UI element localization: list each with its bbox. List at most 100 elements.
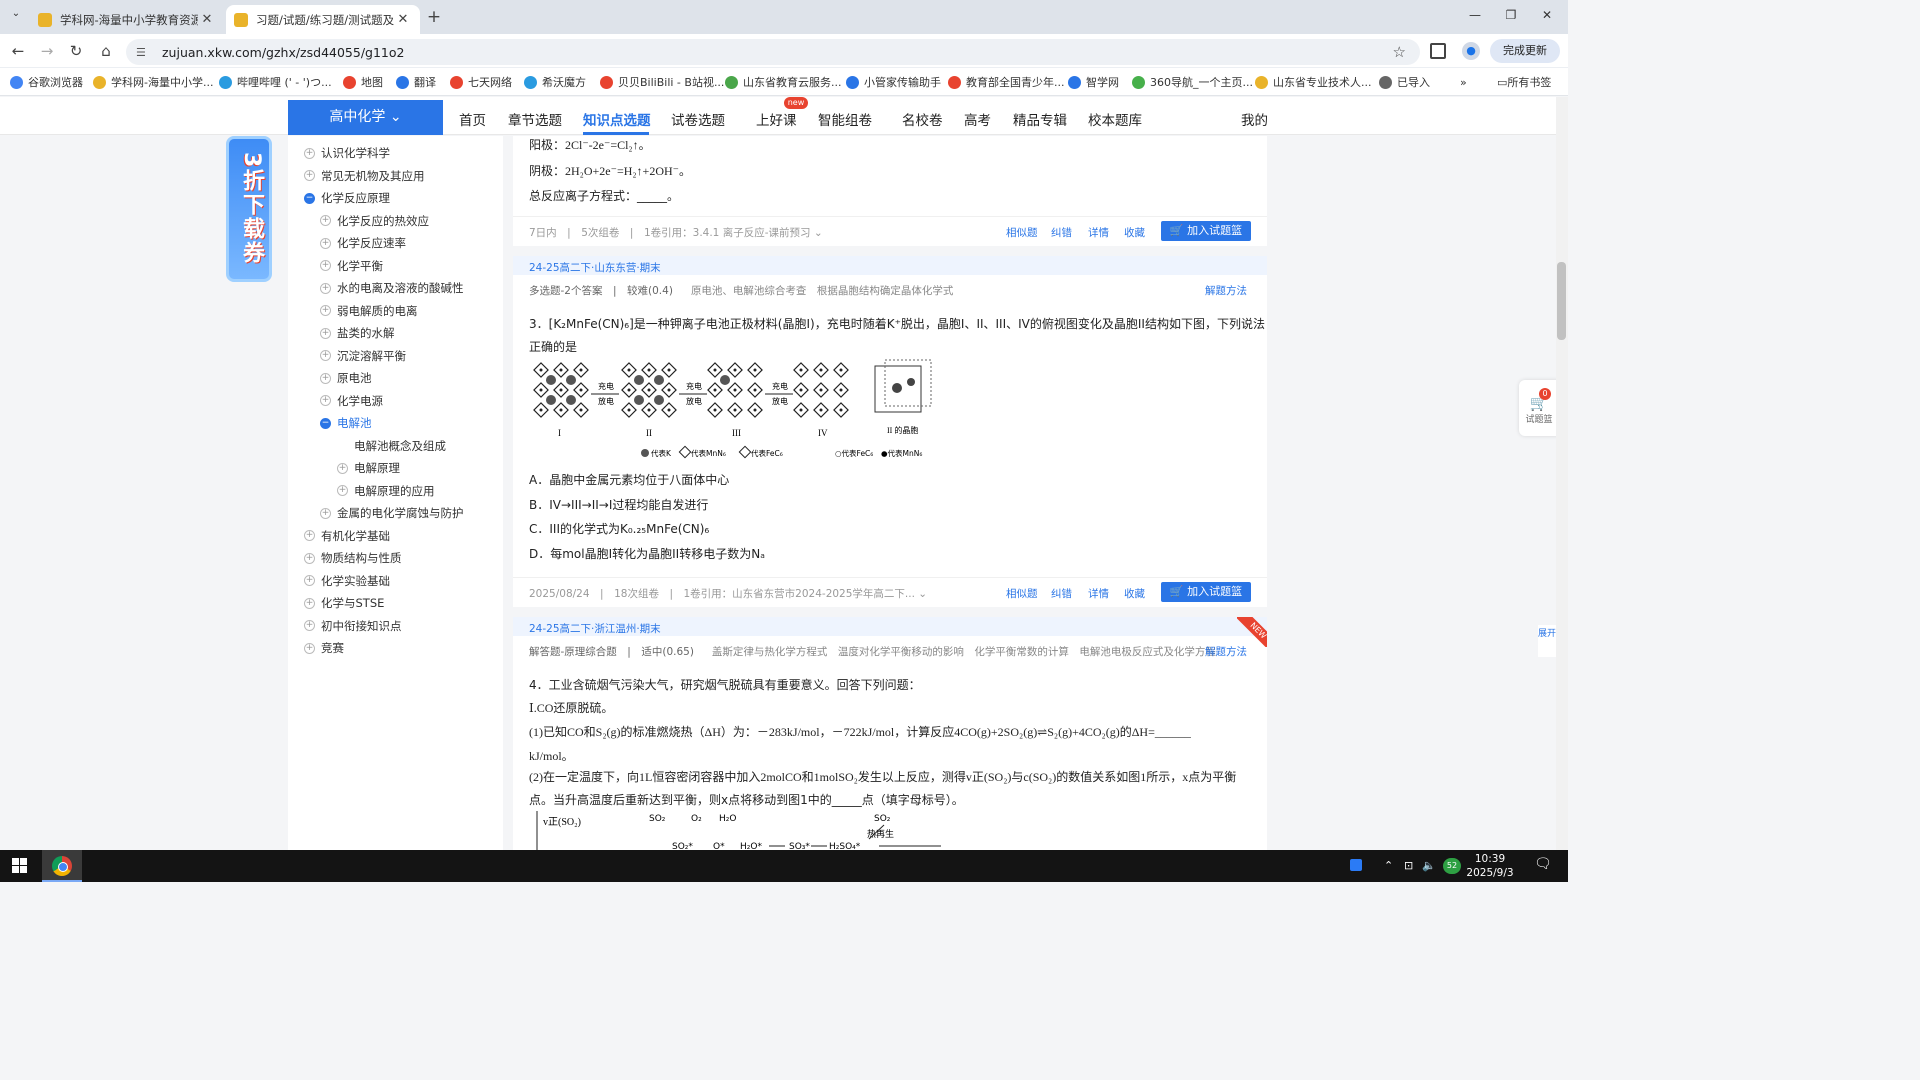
home-icon[interactable]: ⌂ xyxy=(96,41,116,61)
favorite-button[interactable]: 收藏 xyxy=(1124,586,1145,601)
system-clock[interactable]: 10:39 2025/9/3 xyxy=(1460,852,1520,880)
browser-tab-1[interactable]: 学科网-海量中小学教育资源共享 ✕ xyxy=(30,5,224,34)
network-icon[interactable]: ⊡ xyxy=(1404,859,1413,872)
correct-button[interactable]: 纠错 xyxy=(1051,225,1072,240)
forward-arrow-icon[interactable]: → xyxy=(37,41,57,61)
expand-icon[interactable]: + xyxy=(320,507,331,519)
detail-button[interactable]: 详情 xyxy=(1088,586,1109,601)
tree-node[interactable]: + 化学电源 xyxy=(320,393,383,409)
notification-icon[interactable]: 🗨 xyxy=(1534,856,1552,872)
nav-item[interactable]: 高考 xyxy=(964,109,991,129)
expand-icon[interactable]: + xyxy=(320,305,331,316)
address-bar[interactable]: ☰ zujuan.xkw.com/gzhx/zsd44055/g11o2 ☆ xyxy=(126,39,1420,65)
bookmark-item[interactable]: 翻译 xyxy=(396,74,436,90)
tree-node[interactable]: + 认识化学科学 xyxy=(304,145,390,161)
back-arrow-icon[interactable]: ← xyxy=(8,41,28,61)
tray-chevron-up-icon[interactable]: ⌃ xyxy=(1384,859,1393,872)
favorite-button[interactable]: 收藏 xyxy=(1124,225,1145,240)
all-bookmarks-button[interactable]: ▭ 所有书签 xyxy=(1497,74,1551,90)
tree-node[interactable]: + 盐类的水解 xyxy=(320,325,395,341)
tree-node[interactable]: + 化学反应速率 xyxy=(320,235,406,251)
bookmark-item[interactable]: 哔哩哔哩 (' - ')つ... xyxy=(219,74,332,90)
close-tab-icon[interactable]: ✕ xyxy=(198,12,216,27)
restore-icon[interactable]: ❐ xyxy=(1498,8,1524,26)
subject-selector[interactable]: 高中化学 ⌄ xyxy=(288,100,443,135)
tray-status-badge[interactable]: 52 xyxy=(1443,858,1461,874)
add-to-basket-button[interactable]: 🛒 加入试题篮 xyxy=(1161,221,1251,241)
solution-method-button[interactable]: 解题方法 xyxy=(1205,283,1247,298)
q3-cite[interactable]: 1卷引用：山东省东营市2024-2025学年高二下... xyxy=(684,588,915,600)
expand-icon[interactable]: + xyxy=(320,395,331,406)
expand-icon[interactable]: + xyxy=(304,597,315,609)
tree-node[interactable]: − 化学反应原理 xyxy=(304,190,390,206)
bookmark-item[interactable]: 360导航_一个主页... xyxy=(1132,74,1253,90)
tree-node[interactable]: + 化学反应的热效应 xyxy=(320,213,429,229)
expand-icon[interactable]: + xyxy=(304,552,315,564)
bookmark-item[interactable]: 地图 xyxy=(343,74,383,90)
expand-icon[interactable]: + xyxy=(337,485,348,496)
tree-node[interactable]: + 化学实验基础 xyxy=(304,573,390,589)
tab-search-chevron-icon[interactable]: ⌄ xyxy=(6,8,26,26)
tree-node[interactable]: + 电解原理的应用 xyxy=(337,483,435,499)
site-info-icon[interactable]: ☰ xyxy=(136,46,150,59)
bookmark-star-icon[interactable]: ☆ xyxy=(1393,43,1406,61)
nav-item[interactable]: 名校卷 xyxy=(902,109,943,129)
nav-item[interactable]: 章节选题 xyxy=(508,109,562,129)
expand-icon[interactable]: + xyxy=(320,282,331,294)
expand-icon[interactable]: + xyxy=(320,260,331,271)
tree-node[interactable]: + 有机化学基础 xyxy=(304,528,390,544)
tree-node[interactable]: + 金属的电化学腐蚀与防护 xyxy=(320,505,464,521)
browser-tab-2-active[interactable]: 习题/试题/练习题/测试题及答案 ✕ xyxy=(226,5,420,34)
detail-button[interactable]: 详情 xyxy=(1088,225,1109,240)
tree-node[interactable]: + 化学与STSE xyxy=(304,595,384,611)
expand-icon[interactable]: + xyxy=(304,575,315,586)
bookmark-item[interactable]: 已导入 xyxy=(1379,74,1430,90)
tree-node[interactable]: + 电解原理 xyxy=(337,460,400,476)
windows-start-icon[interactable] xyxy=(12,858,27,873)
tree-node[interactable]: +电解池概念及组成 xyxy=(337,438,446,454)
chrome-taskbar-button[interactable] xyxy=(42,850,82,882)
tree-node[interactable]: + 弱电解质的电离 xyxy=(320,303,418,319)
tree-node[interactable]: − 电解池 xyxy=(320,415,372,431)
bookmarks-more-icon[interactable]: » xyxy=(1460,74,1467,90)
q3-source[interactable]: 24-25高二下·山东东营·期末 xyxy=(529,260,661,275)
expand-icon[interactable]: + xyxy=(304,147,315,159)
expand-icon[interactable]: + xyxy=(304,530,315,541)
bookmark-item[interactable]: 学科网-海量中小学... xyxy=(93,74,213,90)
collapse-icon[interactable]: − xyxy=(320,417,331,429)
bookmark-item[interactable]: 谷歌浏览器 xyxy=(10,74,83,90)
nav-item[interactable]: 精品专辑 xyxy=(1013,109,1067,129)
nav-item[interactable]: 校本题库 xyxy=(1088,109,1142,129)
collapse-icon[interactable]: − xyxy=(304,192,315,204)
bookmark-item[interactable]: 小管家传输助手 xyxy=(846,74,941,90)
q2-cite[interactable]: 1卷引用：3.4.1 离子反应-课前预习 xyxy=(644,227,811,239)
q4-source[interactable]: 24-25高二下·浙江温州·期末 xyxy=(529,621,661,636)
tree-node[interactable]: + 原电池 xyxy=(320,370,372,386)
close-tab-icon[interactable]: ✕ xyxy=(394,12,412,27)
close-window-icon[interactable]: ✕ xyxy=(1534,8,1560,26)
nav-item[interactable]: 知识点选题 xyxy=(583,109,651,129)
profile-avatar-icon[interactable]: ● xyxy=(1462,42,1480,60)
bookmark-item[interactable]: 贝贝BiliBili - B站视... xyxy=(600,74,724,90)
tree-node[interactable]: + 竞赛 xyxy=(304,640,344,656)
expand-icon[interactable]: + xyxy=(320,327,331,339)
nav-mine[interactable]: 我的 xyxy=(1241,109,1268,129)
tree-node[interactable]: + 沉淀溶解平衡 xyxy=(320,348,406,364)
tree-node[interactable]: + 初中衔接知识点 xyxy=(304,618,402,634)
tray-app-icon[interactable] xyxy=(1350,859,1362,871)
tree-node[interactable]: + 化学平衡 xyxy=(320,258,383,274)
side-panel-icon[interactable] xyxy=(1430,43,1446,59)
minimize-icon[interactable]: — xyxy=(1462,8,1488,26)
add-to-basket-button[interactable]: 🛒 加入试题篮 xyxy=(1161,582,1251,602)
bookmark-item[interactable]: 教育部全国青少年... xyxy=(948,74,1065,90)
expand-icon[interactable]: + xyxy=(320,350,331,361)
page-scrollbar[interactable] xyxy=(1556,97,1568,850)
discount-coupon-promo[interactable]: 3折下载券 xyxy=(226,136,272,282)
similar-button[interactable]: 相似题 xyxy=(1006,225,1038,240)
nav-item[interactable]: 首页 xyxy=(459,109,486,129)
similar-button[interactable]: 相似题 xyxy=(1006,586,1038,601)
question-basket-float[interactable]: 🛒 0 试题篮 xyxy=(1519,380,1559,436)
expand-icon[interactable]: + xyxy=(337,462,348,474)
volume-icon[interactable]: 🔈 xyxy=(1422,859,1436,872)
bookmark-item[interactable]: 七天网络 xyxy=(450,74,512,90)
